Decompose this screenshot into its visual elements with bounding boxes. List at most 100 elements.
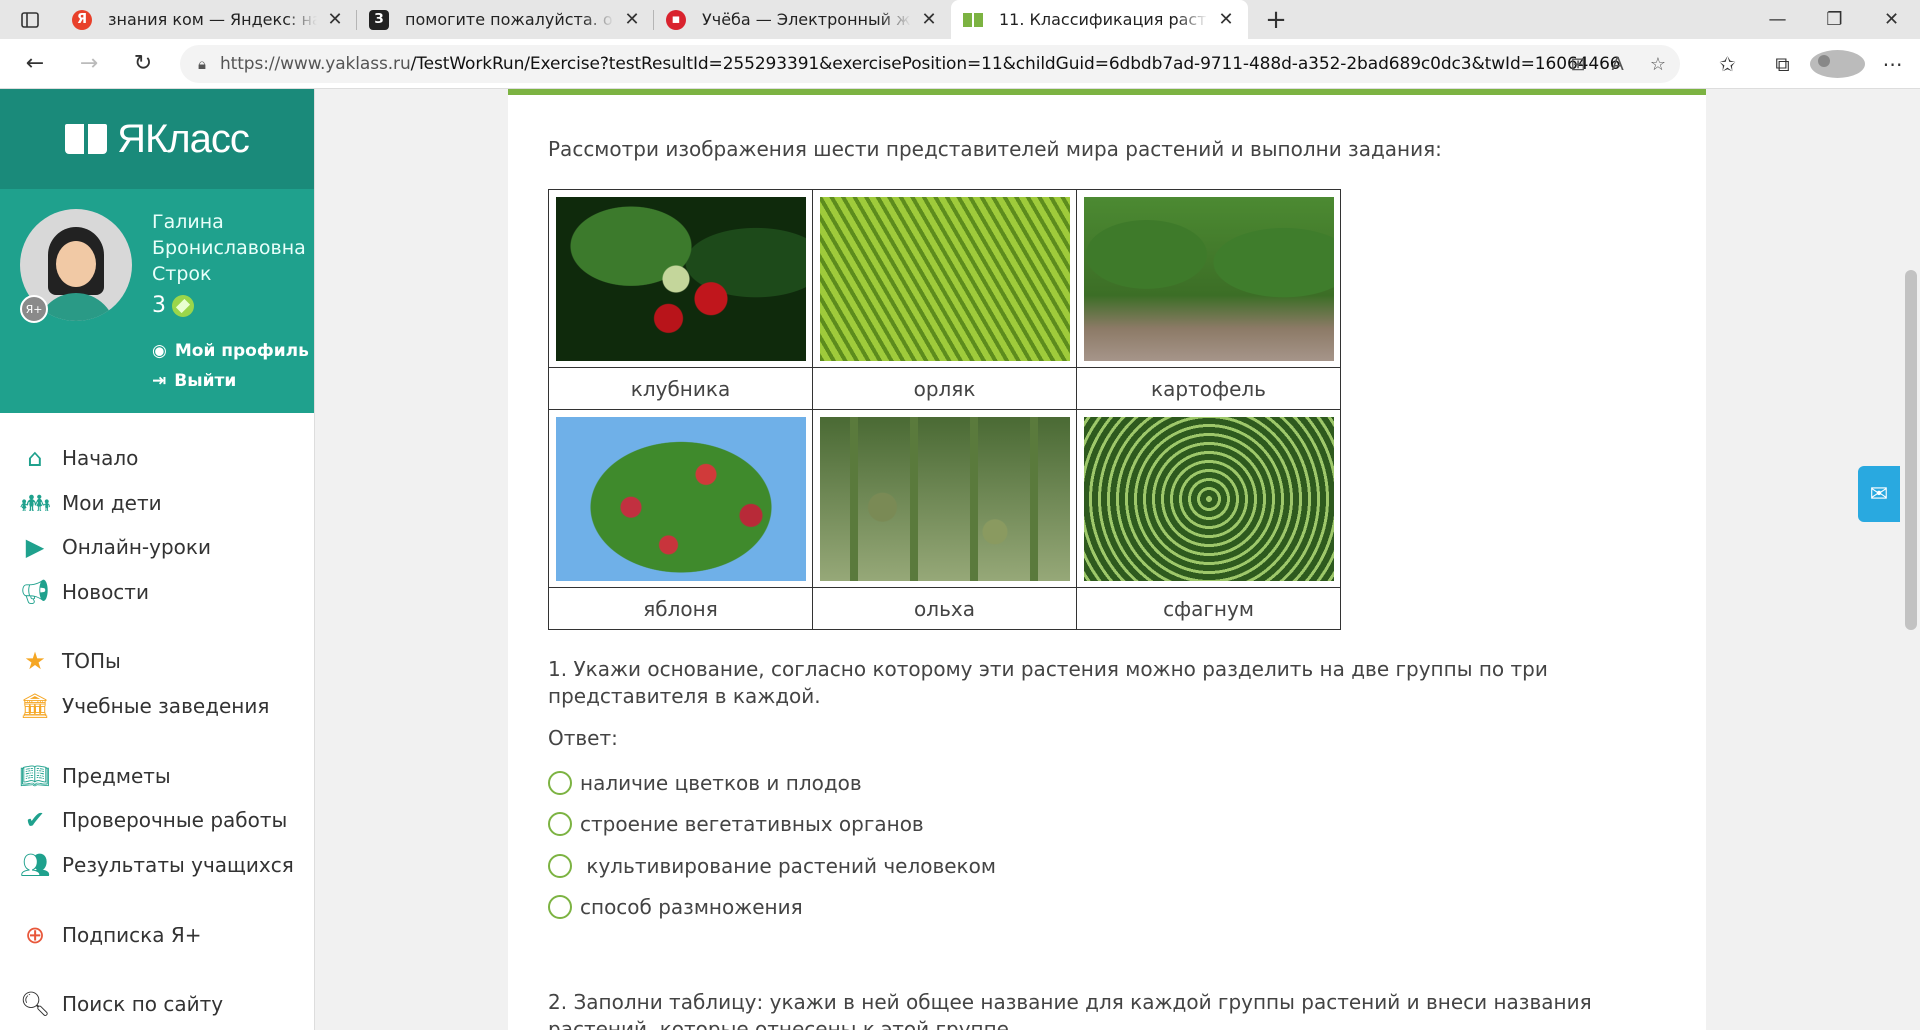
feedback-button[interactable]: ✉ [1858,466,1900,522]
my-profile-link[interactable]: ◉ Мой профиль [152,341,309,361]
menu-item-online-lessons[interactable]: ▶ Онлайн-уроки [20,532,211,562]
address-bar: ← → ↻ 🔒︎ https://www.yaklass.ru/TestWork… [0,39,1920,89]
close-tab-icon[interactable]: ✕ [919,9,939,30]
tab-actions-icon [21,11,39,28]
plant-caption: ольха [812,587,1077,630]
read-aloud-icon[interactable]: A [1612,54,1624,75]
journal-favicon-icon: ▪ [666,9,686,30]
ya-plus-badge-icon: Я+ [20,295,48,323]
settings-menu-icon[interactable]: ⋯ [1865,52,1920,76]
diamond-icon [172,294,194,317]
brand-name: ЯКласс [117,116,250,161]
profile-card: Я+ Галина Брониславовна Строк 3 ◉ Мой про… [0,189,314,413]
plant-caption: яблоня [548,587,813,630]
tab-yandex[interactable]: Я знания ком — Яндекс: нашлось ✕ [60,0,357,39]
collections-icon[interactable]: ⧉ [1755,52,1810,76]
lock-icon: 🔒︎ [198,55,206,73]
url-text: https://www.yaklass.ru/TestWorkRun/Exerc… [219,54,1621,74]
restore-button[interactable]: ❐ [1806,0,1863,39]
answer-option-2[interactable]: строение вегетативных органов [548,810,924,838]
add-favorite-icon[interactable]: ☆ [1650,54,1666,75]
plant-caption: сфагнум [1076,587,1341,630]
back-button[interactable]: ← [8,39,62,89]
plant-caption: орляк [812,367,1077,410]
ya-plus-icon: ⊕ [24,921,46,949]
yaklass-favicon-icon [963,10,983,30]
menu-item-news[interactable]: 📢︎ Новости [20,577,149,607]
window-controls: — ❐ ✕ [1749,0,1920,39]
new-tab-button[interactable]: + [1248,0,1304,39]
sidebar: ЯКласс Я+ Галина Брониславовна Строк 3 ◉… [0,89,315,1030]
url-field[interactable]: 🔒︎ https://www.yaklass.ru/TestWorkRun/Ex… [180,45,1680,83]
minimize-button[interactable]: — [1749,0,1806,39]
close-tab-icon[interactable]: ✕ [325,9,345,30]
brand-logo[interactable]: ЯКласс [0,89,314,189]
znanija-favicon-icon: З [369,9,389,30]
close-tab-icon[interactable]: ✕ [1216,9,1236,30]
exercise-panel: Рассмотри изображения шести представител… [508,89,1706,1030]
profile-button[interactable] [1810,50,1865,78]
book-logo-icon [65,124,108,154]
search-icon: 🔍︎ [19,990,51,1018]
logout-link[interactable]: ⇥ Выйти [152,371,236,391]
user-name: Галина Брониславовна Строк [152,211,306,285]
tab-title: знания ком — Яндекс: нашлось [108,10,317,29]
yandex-favicon-icon: Я [72,9,92,30]
answer-option-4[interactable]: способ размножения [548,893,803,921]
answer-option-1[interactable]: наличие цветков и плодов [548,769,862,797]
users-icon: 👥︎ [19,851,51,879]
radio-icon[interactable] [548,895,572,919]
radio-icon[interactable] [548,812,572,836]
reload-button[interactable]: ↻ [116,39,170,89]
browser-toolbar: ✩ ⧉ ⋯ [1700,39,1920,89]
user-circle-icon: ◉ [152,341,167,361]
tab-actions-button[interactable] [0,0,60,39]
tab-title: 11. Классификация растений. Зад [999,10,1208,29]
tab-bar: Я знания ком — Яндекс: нашлось ✕ З помог… [0,0,1920,39]
menu-item-children[interactable]: 👪︎ Мои дети [20,488,162,518]
progress-line [508,89,1706,95]
apple-tree-image [555,416,806,581]
play-icon: ▶ [25,533,45,561]
menu-item-tops[interactable]: ★ ТОПы [20,646,121,676]
answer-option-3[interactable]: культивирование растений человеком [548,852,996,880]
mail-icon: ✉ [1869,481,1889,507]
close-window-button[interactable]: ✕ [1863,0,1920,39]
tab-znanija[interactable]: З помогите пожалуйста. очень на ✕ [357,0,654,39]
answer-label: Ответ: [548,726,618,750]
plants-table: клубника орляк картофель яблоня ольха сф… [548,189,1341,630]
close-tab-icon[interactable]: ✕ [622,9,642,30]
arrow-left-icon: ← [25,51,45,76]
menu-item-institutions[interactable]: 🏛︎ Учебные заведения [19,691,270,721]
logout-icon: ⇥ [152,371,167,391]
megaphone-icon: 📢︎ [19,578,51,606]
url-actions: ⊞ A ☆ [1570,45,1666,83]
tab-yaklass-active[interactable]: 11. Классификация растений. Зад ✕ [951,0,1248,39]
radio-icon[interactable] [548,771,572,795]
app-available-icon[interactable]: ⊞ [1570,54,1585,75]
reload-icon: ↻ [133,51,153,76]
sphagnum-image [1083,416,1334,581]
alder-image [819,416,1070,581]
children-icon: 👪︎ [19,489,51,517]
plus-icon: + [1265,4,1287,35]
menu-item-tests[interactable]: ✔ Проверочные работы [20,805,287,835]
exercise-intro: Рассмотри изображения шести представител… [548,137,1442,161]
profile-avatar-icon [1810,50,1865,78]
tab-journal[interactable]: ▪ Учёба — Электронный журнал ✕ [654,0,951,39]
plant-caption: картофель [1076,367,1341,410]
menu-item-home[interactable]: ⌂ Начало [20,443,138,473]
institution-icon: 🏛︎ [19,692,51,720]
menu-item-subjects[interactable]: 📖︎ Предметы [20,761,171,791]
tab-title: помогите пожалуйста. очень на [405,10,614,29]
bracken-image [819,196,1070,361]
forward-button[interactable]: → [62,39,116,89]
radio-icon[interactable] [548,854,572,878]
tab-title: Учёба — Электронный журнал [702,10,911,29]
favorites-icon[interactable]: ✩ [1700,52,1755,76]
menu-item-results[interactable]: 👥︎ Результаты учащихся [20,850,294,880]
check-circle-icon: ✔ [24,806,46,834]
menu-item-subscription[interactable]: ⊕ Подписка Я+ [20,920,202,950]
menu-item-search[interactable]: 🔍︎ Поиск по сайту [20,989,223,1019]
scrollbar-thumb[interactable] [1905,270,1917,630]
